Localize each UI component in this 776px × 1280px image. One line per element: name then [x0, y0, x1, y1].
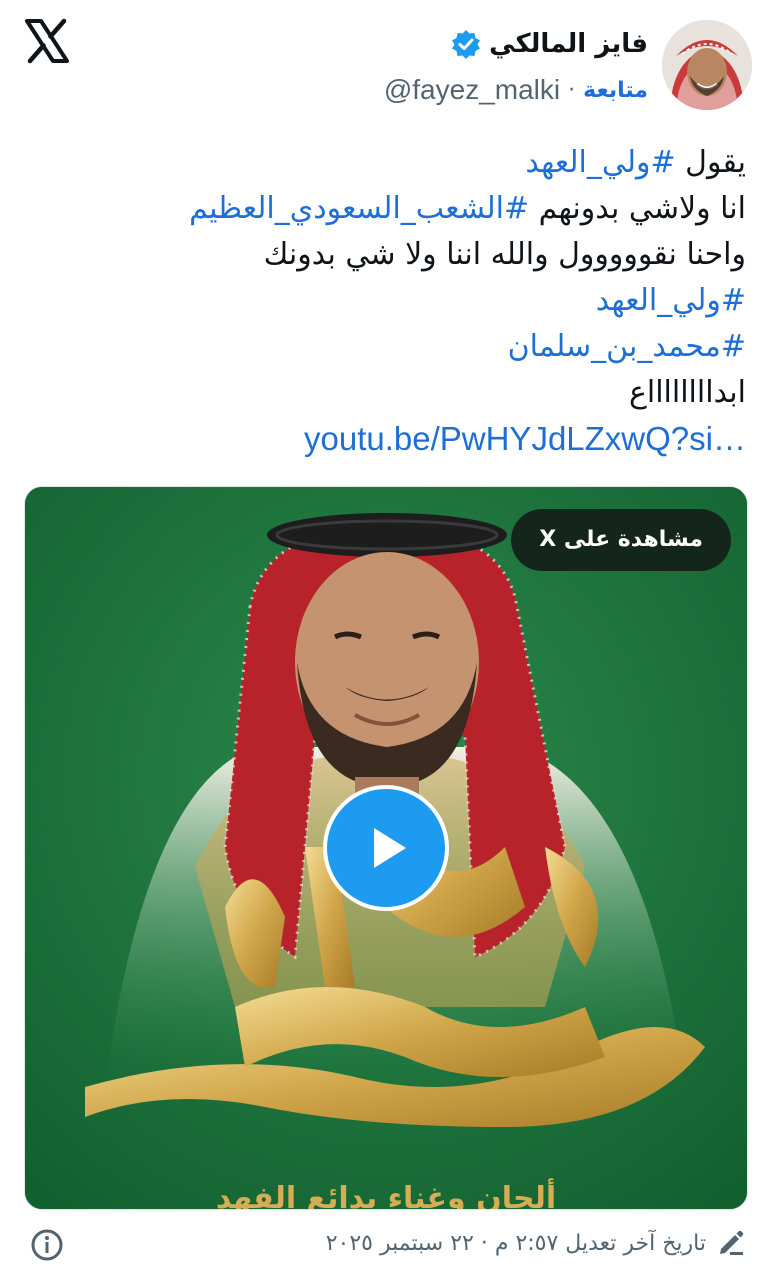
hashtag-link[interactable]: #الشعب_السعودي_العظيم: [189, 191, 529, 226]
hashtag-link[interactable]: #محمد_بن_سلمان: [30, 324, 746, 370]
tweet-line: ابدااااااااع: [628, 375, 746, 410]
tweet-embed: فايز المالكي متابعة · @fayez_malki يقول …: [0, 0, 776, 1280]
info-icon[interactable]: [30, 1228, 64, 1262]
verified-badge-icon: [451, 29, 481, 59]
youtube-link[interactable]: youtu.be/PwHYJdLZxwQ?si…: [30, 416, 746, 462]
last-edited-meta[interactable]: تاريخ آخر تعديل ٢:٥٧ م · ٢٢ سبتمبر ٢٠٢٥: [326, 1228, 746, 1258]
play-button[interactable]: [323, 785, 449, 911]
x-logo-icon[interactable]: [24, 18, 70, 64]
tweet-text-segment: يقول: [675, 145, 746, 180]
hashtag-link[interactable]: #ولي_العهد: [30, 278, 746, 324]
tweet-footer: تاريخ آخر تعديل ٢:٥٧ م · ٢٢ سبتمبر ٢٠٢٥: [0, 1222, 776, 1272]
pencil-icon: [716, 1228, 746, 1258]
tweet-line: انا ولاشي بدونهم #الشعب_السعودي_العظيم: [30, 186, 746, 232]
tweet-line: واحنا نقووووول والله اننا ولا شي بدونك: [263, 237, 746, 272]
separator-dot: ·: [568, 77, 576, 103]
hashtag-link[interactable]: #ولي_العهد: [525, 145, 675, 180]
tweet-text-segment: انا ولاشي بدونهم: [529, 191, 746, 226]
follow-button[interactable]: متابعة: [583, 78, 648, 103]
handle-row: متابعة · @fayez_malki: [384, 68, 648, 112]
author-handle[interactable]: @fayez_malki: [384, 74, 560, 106]
tweet-line: يقول #ولي_العهد: [30, 140, 746, 186]
video-media-card[interactable]: ألحان وغناء بدائع الفهد مشاهدة على X: [24, 486, 748, 1210]
author-name-row: فايز المالكي: [384, 24, 648, 64]
video-caption-text: ألحان وغناء بدائع الفهد: [215, 1181, 557, 1209]
watch-on-x-button[interactable]: مشاهدة على X: [511, 509, 731, 571]
last-edited-label: تاريخ آخر تعديل ٢:٥٧ م · ٢٢ سبتمبر ٢٠٢٥: [325, 1230, 706, 1256]
author-name[interactable]: فايز المالكي: [489, 29, 648, 59]
tweet-text: يقول #ولي_العهد انا ولاشي بدونهم #الشعب_…: [30, 140, 746, 462]
avatar[interactable]: [662, 20, 752, 110]
play-icon: [374, 828, 406, 868]
author-block: فايز المالكي متابعة · @fayez_malki: [384, 24, 648, 112]
